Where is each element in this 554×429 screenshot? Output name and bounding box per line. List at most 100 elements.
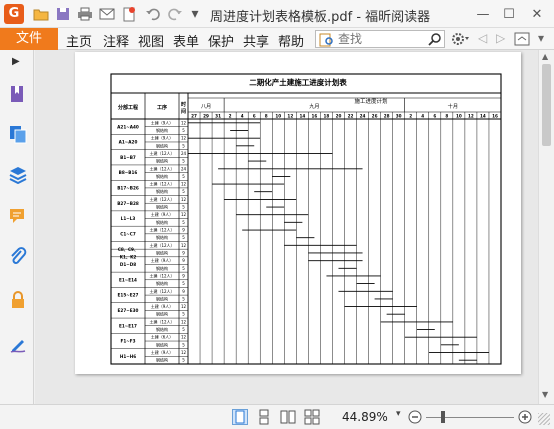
menu-protect[interactable]: 保护	[208, 31, 234, 50]
zoom-out-icon[interactable]	[408, 410, 422, 424]
day-label: 31	[215, 114, 221, 119]
row-task-label: 钢结构	[156, 265, 168, 271]
search-scope-icon[interactable]	[319, 33, 335, 47]
facing-view-icon[interactable]	[280, 409, 296, 425]
row-task-label: 钢结构	[156, 142, 168, 148]
security-lock-icon[interactable]	[8, 290, 28, 310]
row-days-label: 12	[181, 350, 187, 355]
close-button[interactable]: ✕	[526, 4, 548, 24]
row-days-label: 5	[182, 205, 185, 210]
zoom-slider-track[interactable]	[426, 417, 514, 418]
row-days-label: 5	[182, 327, 185, 332]
row-days-label: 5	[182, 281, 185, 286]
row-task-label: 土建（9人）	[151, 135, 174, 141]
customize-dropdown-icon[interactable]: ▾	[186, 5, 204, 23]
day-label: 12	[468, 114, 474, 119]
pages-thumbnail-icon[interactable]	[8, 124, 28, 144]
day-label: 4	[421, 114, 424, 119]
app-logo-icon[interactable]: G	[4, 4, 24, 24]
scroll-down-arrow-icon[interactable]: ▼	[542, 390, 548, 399]
document-viewport[interactable]: 二期化产土建施工进度计划表 施工进度计划 分部工程 工序时间八月 九月 十月 27 29 3…	[35, 50, 538, 404]
row-days-label: 5	[182, 296, 185, 301]
row-task-label: 土建（9人）	[151, 257, 174, 263]
signature-pen-icon[interactable]	[8, 334, 28, 354]
day-label: 2	[409, 114, 412, 119]
menu-share[interactable]: 共享	[243, 31, 269, 50]
month-label: 八月	[201, 103, 211, 110]
search-box[interactable]	[315, 30, 445, 48]
row-days-label: 5	[182, 266, 185, 271]
zoom-in-icon[interactable]	[518, 410, 532, 424]
new-document-icon[interactable]	[120, 5, 138, 23]
row-days-label: 5	[182, 189, 185, 194]
single-page-view-icon[interactable]	[232, 409, 248, 425]
row-task-label: 钢结构	[156, 219, 168, 225]
row-task-label: 钢结构	[156, 188, 168, 194]
menu-comment[interactable]: 注释	[103, 31, 129, 50]
row-days-label: 12	[181, 136, 187, 141]
menu-form[interactable]: 表单	[173, 31, 199, 50]
redo-icon[interactable]	[166, 5, 184, 23]
maximize-button[interactable]: ☐	[498, 4, 520, 24]
row-days-label: 5	[182, 174, 185, 179]
file-menu[interactable]: 文件	[0, 28, 58, 50]
search-icon[interactable]	[428, 33, 442, 47]
save-icon[interactable]	[54, 5, 72, 23]
row-task-label: 钢结构	[156, 249, 168, 255]
row-task-label: 土建（12人）	[149, 181, 174, 187]
continuous-view-icon[interactable]	[256, 409, 272, 425]
day-label: 29	[203, 114, 209, 119]
zoom-level[interactable]: 44.89%	[342, 410, 388, 424]
menu-help[interactable]: 帮助	[278, 31, 304, 50]
left-sidebar: ▶	[0, 50, 34, 404]
row-days-label: 12	[181, 212, 187, 217]
day-label: 12	[287, 114, 293, 119]
bookmark-icon[interactable]	[8, 84, 28, 104]
row-days-label: 9	[182, 250, 185, 255]
zoom-slider-thumb[interactable]	[441, 411, 445, 423]
scroll-up-arrow-icon[interactable]: ▲	[542, 52, 548, 61]
day-label: 26	[372, 114, 378, 119]
menu-home[interactable]: 主页	[66, 31, 92, 50]
settings-gear-icon[interactable]	[450, 31, 470, 47]
menu-bar: 文件 主页 注释 视图 表单 保护 共享 帮助 ◁ ▷ ▾	[0, 28, 554, 50]
resize-grip[interactable]	[538, 413, 550, 425]
day-label: 27	[191, 114, 197, 119]
row-task-label: 钢结构	[156, 234, 168, 240]
day-label: 14	[299, 114, 305, 119]
continuous-facing-view-icon[interactable]	[304, 409, 320, 425]
menu-view[interactable]: 视图	[138, 31, 164, 50]
layers-icon[interactable]	[8, 164, 28, 184]
vertical-scrollbar[interactable]: ▲ ▼	[538, 50, 554, 404]
row-days-label: 9	[182, 273, 185, 278]
open-folder-icon[interactable]	[32, 5, 50, 23]
row-days-label: 24	[181, 151, 187, 156]
row-days-label: 5	[182, 128, 185, 133]
row-task-label: 土建（12人）	[149, 288, 174, 294]
row-part-label: F1~F3	[120, 339, 135, 344]
row-task-label: 钢结构	[156, 158, 168, 164]
day-label: 4	[241, 114, 244, 119]
row-task-label: 土建（9人）	[151, 211, 174, 217]
scrollbar-thumb[interactable]	[542, 64, 551, 146]
prev-arrow-icon[interactable]: ◁	[478, 31, 492, 47]
toolbar-collapse-icon[interactable]	[514, 31, 532, 47]
row-task-label: 土建（6人）	[151, 334, 174, 340]
comments-icon[interactable]	[8, 206, 28, 226]
row-part-label: D1~D8	[120, 262, 136, 267]
search-input[interactable]	[338, 31, 422, 47]
row-task-label: 土建（9人）	[151, 303, 174, 309]
email-icon[interactable]	[98, 5, 116, 23]
more-dropdown-icon[interactable]: ▾	[538, 31, 552, 47]
next-arrow-icon[interactable]: ▷	[496, 31, 510, 47]
minimize-button[interactable]: —	[472, 4, 494, 24]
sidebar-expand-arrow-icon[interactable]: ▶	[12, 56, 20, 67]
day-label: 14	[480, 114, 486, 119]
zoom-dropdown-icon[interactable]: ▾	[396, 409, 401, 419]
attachment-paperclip-icon[interactable]	[8, 246, 28, 266]
month-label: 十月	[448, 102, 458, 110]
row-task-label: 土建（12人）	[149, 196, 174, 202]
document-title: 二期化产土建施工进度计划表	[249, 77, 347, 87]
print-icon[interactable]	[76, 5, 94, 23]
undo-icon[interactable]	[144, 5, 162, 23]
